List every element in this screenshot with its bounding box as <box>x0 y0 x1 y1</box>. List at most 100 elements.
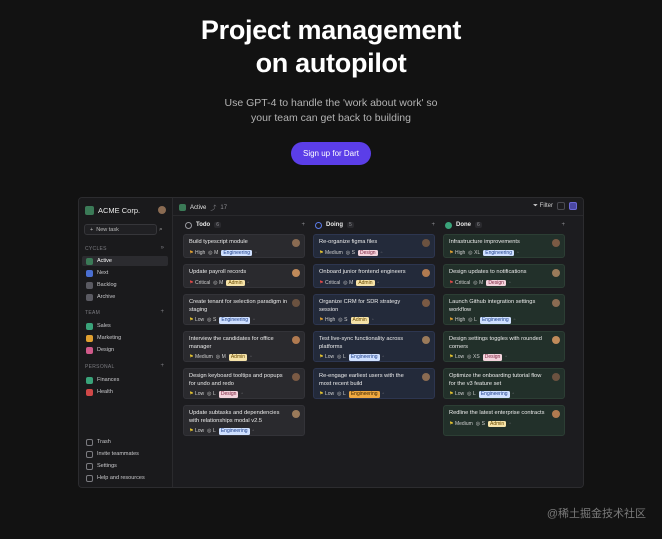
tag-badge[interactable]: Engineering <box>218 428 250 435</box>
avatar[interactable] <box>158 206 166 214</box>
task-card[interactable]: Launch Github integration settings workf… <box>443 294 565 325</box>
assignee-avatar[interactable] <box>422 299 430 307</box>
more-icon[interactable]: ▫ <box>509 280 511 286</box>
sidebar-item-invite-teammates[interactable]: Invite teammates <box>82 449 168 459</box>
sidebar-item-archive[interactable]: Archive <box>82 292 168 302</box>
sidebar-item-trash[interactable]: Trash <box>82 437 168 447</box>
link-icon[interactable]: ⤴ <box>210 203 216 212</box>
add-task-icon[interactable]: + <box>431 222 435 228</box>
priority[interactable]: ⚑ Critical <box>449 280 470 286</box>
assignee-avatar[interactable] <box>292 269 300 277</box>
signup-button[interactable]: Sign up for Dart <box>290 142 372 165</box>
more-icon[interactable]: ▫ <box>253 317 255 323</box>
sidebar-item-health[interactable]: Health <box>82 387 168 397</box>
new-task-button[interactable]: + New task <box>84 224 157 235</box>
sidebar-item-sales[interactable]: Sales <box>82 321 168 331</box>
more-icon[interactable]: ▫ <box>513 391 515 397</box>
tag-badge[interactable]: Admin <box>226 279 245 286</box>
priority[interactable]: ⚑ Critical <box>189 280 210 286</box>
more-icon[interactable]: ▫ <box>250 354 252 360</box>
priority[interactable]: ⚑ Medium <box>319 250 343 256</box>
assignee-avatar[interactable] <box>292 336 300 344</box>
task-card[interactable]: Create tenant for selection paradigm in … <box>183 294 305 325</box>
board-view-icon[interactable] <box>569 202 577 210</box>
tag-badge[interactable]: Design <box>358 249 378 256</box>
size[interactable]: ◎ M <box>473 280 483 286</box>
tag-badge[interactable]: Admin <box>356 279 375 286</box>
more-icon[interactable]: ▫ <box>372 317 374 323</box>
assignee-avatar[interactable] <box>422 269 430 277</box>
more-icon[interactable]: ▫ <box>517 250 519 256</box>
priority[interactable]: ⚑ Low <box>449 391 464 397</box>
add-task-icon[interactable]: + <box>561 222 565 228</box>
tag-badge[interactable]: Admin <box>228 354 248 361</box>
priority[interactable]: ⚑ High <box>449 317 465 323</box>
assignee-avatar[interactable] <box>292 239 300 247</box>
size[interactable]: ◎ L <box>337 354 346 360</box>
task-card[interactable]: Design updates to notifications ⚑ Critical… <box>443 264 565 288</box>
priority[interactable]: ⚑ Medium <box>449 421 473 427</box>
sidebar-item-backlog[interactable]: Backlog <box>82 280 168 290</box>
priority[interactable]: ⚑ High <box>189 250 205 256</box>
priority[interactable]: ⚑ High <box>449 250 465 256</box>
task-card[interactable]: Update subtasks and dependencies with re… <box>183 405 305 436</box>
assignee-avatar[interactable] <box>552 373 560 381</box>
task-card[interactable]: Test live-sync functionality across plat… <box>313 331 435 362</box>
size[interactable]: ◎ M <box>208 250 218 256</box>
size[interactable]: ◎ S <box>346 250 355 256</box>
add-personal-icon[interactable]: + <box>160 363 164 369</box>
assignee-avatar[interactable] <box>422 239 430 247</box>
priority[interactable]: ⚑ Low <box>189 428 204 434</box>
task-card[interactable]: Update payroll records ⚑ Critical ◎ M Admin ▫ <box>183 264 305 288</box>
priority[interactable]: ⚑ Low <box>189 317 204 323</box>
task-card[interactable]: Design settings toggles with rounded cor… <box>443 331 565 362</box>
tag-badge[interactable]: Engineering <box>348 391 380 398</box>
tag-badge[interactable]: Engineering <box>478 391 510 398</box>
priority[interactable]: ⚑ Low <box>319 391 334 397</box>
tag-badge[interactable]: Admin <box>350 317 369 324</box>
task-card[interactable]: Organize CRM for SDR strategy session ⚑ Hi… <box>313 294 435 325</box>
size[interactable]: ◎ L <box>468 317 477 323</box>
assignee-avatar[interactable] <box>552 239 560 247</box>
more-icon[interactable]: ▫ <box>248 280 250 286</box>
tag-badge[interactable]: Engineering <box>483 249 514 256</box>
add-team-icon[interactable]: + <box>160 309 164 315</box>
size[interactable]: ◎ S <box>207 317 216 323</box>
more-icon[interactable]: ▫ <box>381 250 383 256</box>
size[interactable]: ◎ M <box>213 280 223 286</box>
task-card[interactable]: Optimize the onboarding tutorial flow fo… <box>443 368 565 399</box>
task-card[interactable]: Redline the latest enterprise contracts ⚑… <box>443 405 565 436</box>
task-card[interactable]: Interview the candidates for office mana… <box>183 331 305 362</box>
size[interactable]: ◎ XL <box>468 250 480 256</box>
tag-badge[interactable]: Design <box>482 354 503 361</box>
search-icon[interactable]: ⌕ <box>159 226 167 234</box>
more-icon[interactable]: ▫ <box>383 354 385 360</box>
more-icon[interactable]: ▫ <box>514 317 516 323</box>
size[interactable]: ◎ M <box>343 280 353 286</box>
assignee-avatar[interactable] <box>552 410 560 418</box>
task-card[interactable]: Design keyboard tooltips and popups for … <box>183 368 305 399</box>
more-icon[interactable]: ▫ <box>509 421 511 427</box>
priority[interactable]: ⚑ Medium <box>189 354 213 360</box>
priority[interactable]: ⚑ Critical <box>319 280 340 286</box>
add-task-icon[interactable]: + <box>301 222 305 228</box>
more-icon[interactable]: ▫ <box>378 280 380 286</box>
task-card[interactable]: Re-organize figma files ⚑ Medium ◎ S Design ▫ <box>313 234 435 258</box>
priority[interactable]: ⚑ Low <box>319 354 334 360</box>
sidebar-item-settings[interactable]: Settings <box>82 461 168 471</box>
more-icon[interactable]: ▫ <box>253 428 255 434</box>
size[interactable]: ◎ XS <box>467 354 480 360</box>
sidebar-item-design[interactable]: Design <box>82 345 168 355</box>
sidebar-item-help-and-resources[interactable]: Help and resources <box>82 473 168 483</box>
priority[interactable]: ⚑ Low <box>189 391 204 397</box>
tag-badge[interactable]: Design <box>218 391 239 398</box>
tag-badge[interactable]: Engineering <box>221 249 253 256</box>
size[interactable]: ◎ M <box>216 354 226 360</box>
priority[interactable]: ⚑ High <box>319 317 335 323</box>
task-card[interactable]: Re-engage earliest users with the most r… <box>313 368 435 399</box>
workspace-switcher[interactable]: ACME Corp. <box>85 204 166 216</box>
size[interactable]: ◎ S <box>338 317 347 323</box>
assignee-avatar[interactable] <box>422 373 430 381</box>
more-icon[interactable]: ▫ <box>241 391 243 397</box>
sidebar-item-next[interactable]: Next <box>82 268 168 278</box>
